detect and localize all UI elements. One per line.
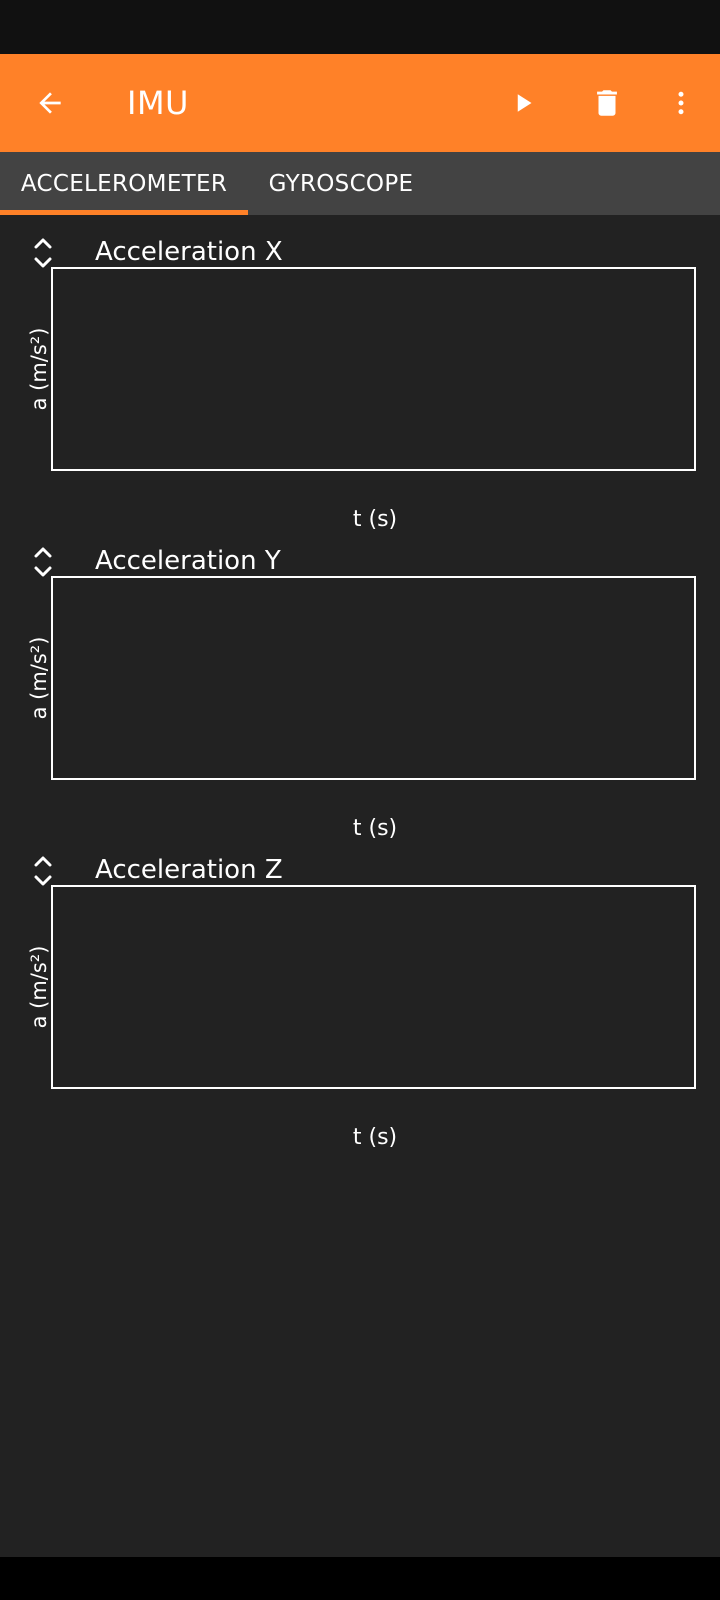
tab-bar: ACCELEROMETER GYROSCOPE: [0, 152, 720, 215]
plot-area[interactable]: [51, 576, 696, 780]
y-axis-label: a (m/s²): [27, 945, 51, 1029]
graph-acceleration-y: Acceleration Y a (m/s²) t (s): [0, 544, 720, 844]
graph-acceleration-x: Acceleration X a (m/s²) t (s): [0, 235, 720, 535]
delete-button[interactable]: [583, 79, 631, 127]
tab-gyroscope[interactable]: GYROSCOPE: [248, 152, 434, 215]
graph-title: Acceleration Y: [95, 546, 281, 576]
app-title: IMU: [127, 84, 189, 122]
expand-collapse-button[interactable]: [30, 235, 56, 271]
app-bar: IMU: [0, 54, 720, 152]
arrow-left-icon: [39, 92, 61, 114]
plot-area[interactable]: [51, 885, 696, 1089]
play-icon: [517, 94, 532, 112]
unfold-icon: [34, 238, 52, 268]
plot-area[interactable]: [51, 267, 696, 471]
navigation-bar: [0, 1557, 720, 1600]
x-axis-label: t (s): [352, 816, 398, 841]
graph-acceleration-z: Acceleration Z a (m/s²) t (s): [0, 853, 720, 1153]
x-axis-label: t (s): [352, 507, 398, 532]
tab-indicator: [0, 210, 248, 215]
trash-icon: [597, 90, 617, 116]
y-axis-label: a (m/s²): [27, 636, 51, 720]
expand-collapse-button[interactable]: [30, 544, 56, 580]
more-options-button[interactable]: [657, 79, 705, 127]
expand-collapse-button[interactable]: [30, 853, 56, 889]
graph-title: Acceleration Z: [95, 855, 283, 885]
more-vertical-icon: [678, 91, 684, 115]
play-button[interactable]: [500, 79, 548, 127]
tab-accelerometer[interactable]: ACCELEROMETER: [0, 152, 248, 215]
y-axis-label: a (m/s²): [27, 327, 51, 411]
status-bar: [0, 0, 720, 54]
unfold-icon: [34, 856, 52, 886]
x-axis-label: t (s): [352, 1125, 398, 1150]
back-button[interactable]: [26, 79, 74, 127]
graph-title: Acceleration X: [95, 237, 283, 267]
unfold-icon: [34, 547, 52, 577]
